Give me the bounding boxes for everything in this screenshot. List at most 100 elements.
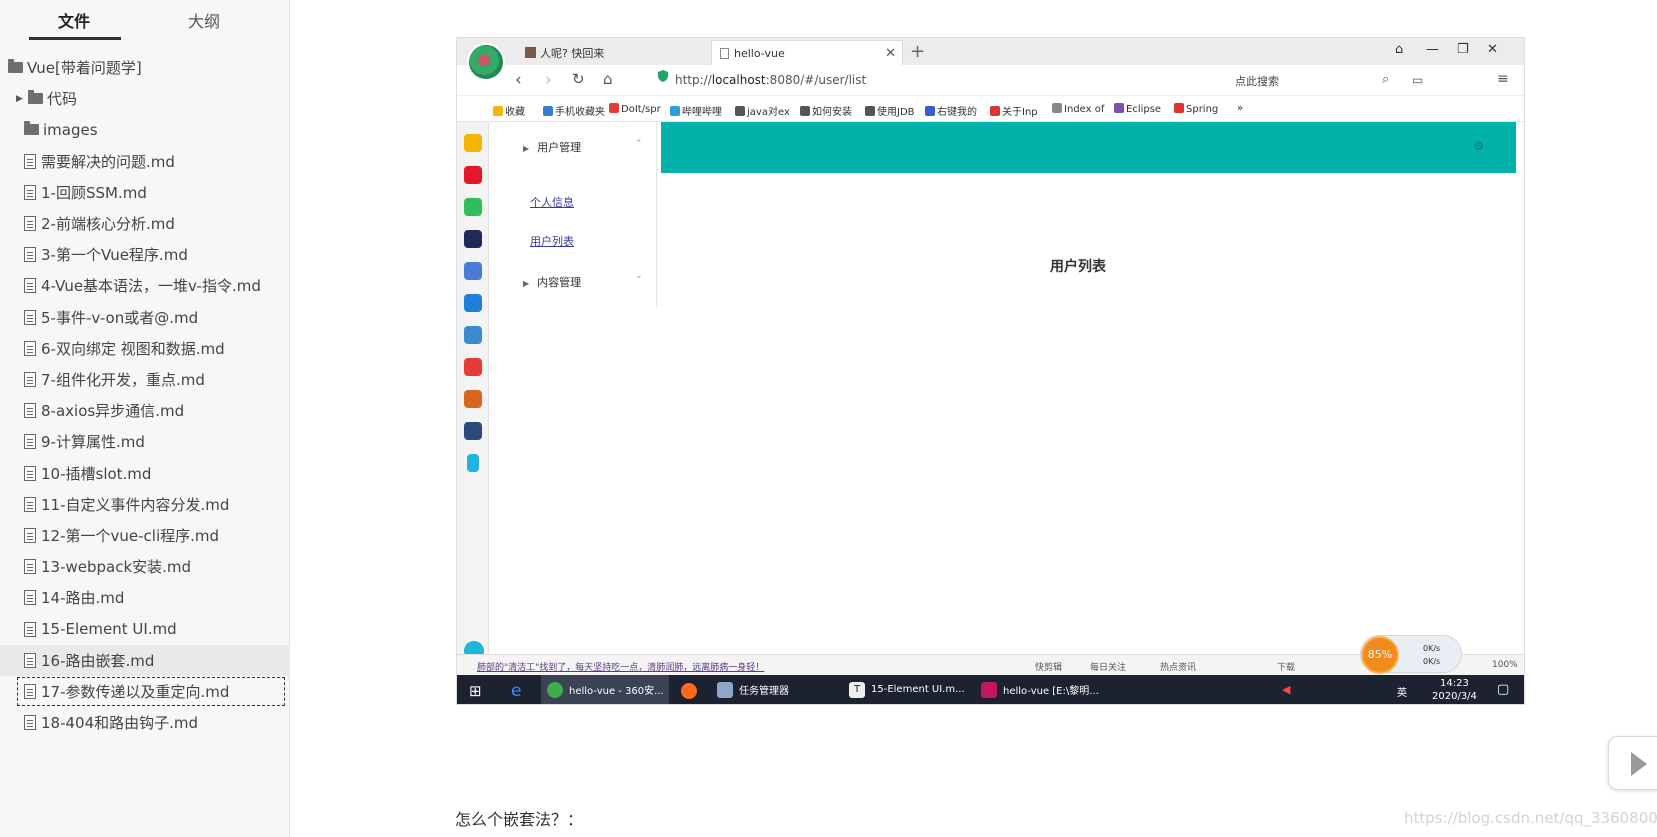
firefox-icon[interactable]	[675, 675, 705, 704]
bookmark-item[interactable]: 右键我的	[925, 103, 977, 118]
tree-item-label: 代码	[47, 90, 78, 109]
menu-icon[interactable]: ≡	[1497, 71, 1509, 87]
tree-item[interactable]: 10-插槽slot.md	[0, 458, 290, 489]
tree-item[interactable]: 11-自定义事件内容分发.md	[0, 489, 290, 520]
doc-icon[interactable]	[464, 262, 482, 280]
browser-logo[interactable]	[467, 43, 505, 81]
tree-item[interactable]: images	[0, 114, 290, 145]
file-icon	[24, 247, 36, 263]
download-rate: 0K/s	[1423, 657, 1441, 666]
mini-game-icon[interactable]	[464, 358, 482, 376]
tree-item[interactable]: 9-计算属性.md	[0, 426, 290, 457]
status-item-news[interactable]: 热点资讯	[1160, 660, 1196, 673]
windows-start-icon[interactable]: ⊞	[463, 675, 493, 704]
tree-item[interactable]: 15-Element UI.md	[0, 614, 290, 645]
close-tab-icon[interactable]: ✕	[885, 46, 896, 61]
menu-group-user[interactable]: ▶ 用户管理	[523, 139, 581, 155]
menu-group-content[interactable]: ▶ 内容管理	[523, 274, 581, 290]
status-item-clip[interactable]: 快剪辑	[1035, 660, 1062, 673]
star-icon[interactable]	[464, 134, 482, 152]
menu-link-user-list[interactable]: 用户列表	[530, 233, 574, 249]
bookmark-item[interactable]: »	[1237, 103, 1243, 114]
bookmark-item[interactable]: 收藏	[493, 103, 525, 118]
tree-item[interactable]: 6-双向绑定 视图和数据.md	[0, 333, 290, 364]
minimize-button[interactable]: —	[1426, 42, 1439, 57]
page-icon	[720, 47, 729, 59]
tree-item[interactable]: 4-Vue基本语法，一堆v-指令.md	[0, 270, 290, 301]
search-icon[interactable]: ⌕	[1382, 72, 1389, 87]
reload-button[interactable]: ↻	[572, 70, 585, 88]
caret-right-icon[interactable]: ▶	[16, 94, 26, 104]
play-icon[interactable]	[1608, 736, 1657, 790]
tray-arrow-icon[interactable]: ◀	[1282, 683, 1290, 696]
tree-item[interactable]: 14-路由.md	[0, 582, 290, 613]
url-field[interactable]: http://localhost:8080/#/user/list	[675, 73, 866, 87]
news-icon[interactable]	[464, 230, 482, 248]
sidebar-tabs: 文件 大纲	[0, 0, 290, 42]
bookmark-item[interactable]: 使用JDB	[865, 103, 915, 118]
tree-item[interactable]: 12-第一个vue-cli程序.md	[0, 520, 290, 551]
game3-icon[interactable]	[464, 422, 482, 440]
system-clock[interactable]: 14:23 2020/3/4	[1432, 677, 1477, 703]
bookmark-item[interactable]: Index of	[1052, 103, 1104, 115]
bookmark-item[interactable]: Spring	[1174, 103, 1218, 115]
bookmark-item[interactable]: java对ex	[735, 103, 790, 118]
tree-item[interactable]: 13-webpack安装.md	[0, 551, 290, 582]
tree-item[interactable]: 5-事件-v-on或者@.md	[0, 302, 290, 333]
watermark: https://blog.csdn.net/qq_33608000	[1404, 809, 1657, 827]
tab-outline[interactable]: 大纲	[188, 8, 220, 32]
taskbar-item-idea[interactable]: hello-vue [E:\黎明...	[975, 675, 1101, 704]
file-icon	[24, 340, 36, 356]
game-icon[interactable]	[464, 326, 482, 344]
close-window-button[interactable]: ✕	[1487, 42, 1498, 57]
tab-files[interactable]: 文件	[58, 8, 90, 32]
new-tab-button[interactable]: +	[910, 41, 925, 62]
menu-link-profile[interactable]: 个人信息	[530, 194, 574, 210]
taskbar-item-taskmgr[interactable]: 任务管理器	[711, 675, 837, 704]
home-button[interactable]: ⌂	[603, 70, 613, 88]
mail-icon[interactable]	[464, 198, 482, 216]
taskbar-item-browser[interactable]: hello-vue - 360安...	[541, 675, 669, 704]
tree-item[interactable]: 16-路由嵌套.md	[0, 644, 290, 676]
tree-item[interactable]: 17-参数传递以及重定向.md	[16, 676, 286, 707]
skin-icon[interactable]: ⌂	[1395, 42, 1403, 57]
chat-icon[interactable]	[464, 294, 482, 312]
tree-item[interactable]: 18-404和路由钩子.md	[0, 707, 290, 738]
edge-icon[interactable]: e	[505, 675, 535, 704]
weibo-icon[interactable]	[464, 166, 482, 184]
taskbar-item-typora[interactable]: T 15-Element UI.m...	[843, 675, 969, 704]
tree-item[interactable]: 8-axios异步通信.md	[0, 395, 290, 426]
tree-item[interactable]: 需要解决的问题.md	[0, 146, 290, 177]
pay-icon[interactable]	[467, 454, 479, 472]
tree-item[interactable]: Vue[带着问题学]	[0, 52, 290, 83]
restore-button[interactable]: ❐	[1457, 42, 1469, 57]
taskbar-item-browser-label: hello-vue - 360安...	[569, 686, 664, 697]
status-item-follow[interactable]: 每日关注	[1090, 660, 1126, 673]
status-item-download[interactable]: 下载	[1277, 660, 1295, 673]
tree-item[interactable]: 3-第一个Vue程序.md	[0, 239, 290, 270]
back-button[interactable]: ‹	[515, 70, 522, 90]
bookmark-item[interactable]: 如何安装	[800, 103, 852, 118]
forward-button[interactable]: ›	[545, 70, 552, 90]
tree-item[interactable]: 2-前端核心分析.md	[0, 208, 290, 239]
notification-icon[interactable]: ▢	[1497, 682, 1509, 697]
tree-item[interactable]: 1-回顾SSM.md	[0, 177, 290, 208]
ime-language[interactable]: 英	[1397, 684, 1407, 699]
tree-item[interactable]: 7-组件化开发，重点.md	[0, 364, 290, 395]
search-box[interactable]: 点此搜索	[1235, 73, 1279, 89]
zoom-level[interactable]: 100%	[1492, 660, 1518, 670]
battery-icon[interactable]: ▭	[1412, 73, 1423, 87]
bookmark-item[interactable]: Eclipse	[1114, 103, 1161, 115]
game2-icon[interactable]	[464, 390, 482, 408]
file-icon	[24, 184, 36, 200]
bookmark-item[interactable]: DoIt/spr	[609, 103, 661, 115]
browser-tab-2[interactable]: hello-vue ✕	[711, 40, 903, 65]
tree-item[interactable]: ▶ 代码	[0, 83, 290, 114]
gear-icon[interactable]: ⚙	[1473, 139, 1484, 153]
bookmark-item[interactable]: 哔哩哔哩	[670, 103, 722, 118]
bookmark-label: Index of	[1064, 104, 1105, 115]
bookmark-item[interactable]: 关于Inp	[990, 103, 1038, 118]
network-speed-widget[interactable]: 85% 0K/s 0K/s	[1360, 635, 1462, 674]
bookmark-item[interactable]: 手机收藏夹	[543, 103, 605, 118]
status-ad-link[interactable]: 肺部的"清洁工"找到了，每天坚持吃一点，清肺润肺，远离肺病一身轻！	[477, 660, 764, 673]
